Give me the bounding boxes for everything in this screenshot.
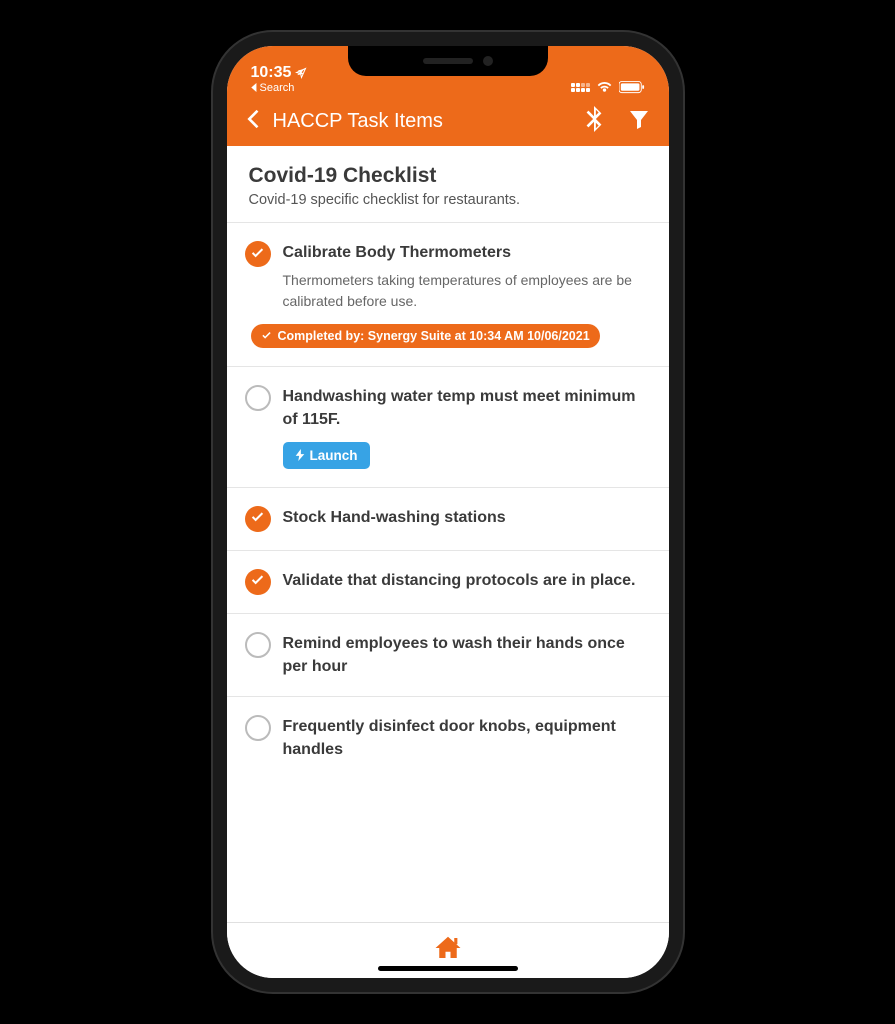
- task-row[interactable]: Validate that distancing protocols are i…: [227, 551, 669, 614]
- checkmark-icon[interactable]: [245, 241, 271, 267]
- task-title: Validate that distancing protocols are i…: [283, 569, 647, 592]
- bluetooth-icon[interactable]: [585, 106, 603, 137]
- phone-frame: 10:35 Search: [213, 32, 683, 992]
- task-description: Thermometers taking temperatures of empl…: [283, 270, 647, 312]
- content-scroll[interactable]: Covid-19 Checklist Covid-19 specific che…: [227, 146, 669, 922]
- checkbox-empty-icon[interactable]: [245, 385, 271, 411]
- page-title: Covid-19 Checklist: [249, 164, 647, 188]
- task-row[interactable]: Remind employees to wash their hands onc…: [227, 614, 669, 697]
- task-row[interactable]: Stock Hand-washing stations: [227, 488, 669, 551]
- battery-icon: [619, 81, 645, 94]
- checkmark-icon[interactable]: [245, 506, 271, 532]
- checkbox-empty-icon[interactable]: [245, 715, 271, 741]
- home-indicator[interactable]: [378, 966, 518, 971]
- back-button[interactable]: [245, 108, 259, 135]
- page-subtitle: Covid-19 specific checklist for restaura…: [249, 192, 647, 208]
- home-icon[interactable]: [433, 933, 463, 968]
- task-title: Frequently disinfect door knobs, equipme…: [283, 715, 647, 761]
- status-back-link[interactable]: Search: [251, 82, 308, 94]
- completed-badge: Completed by: Synergy Suite at 10:34 AM …: [251, 324, 600, 348]
- wifi-icon: [596, 81, 613, 94]
- screen: 10:35 Search: [227, 46, 669, 978]
- task-row[interactable]: Frequently disinfect door knobs, equipme…: [227, 697, 669, 779]
- filter-icon[interactable]: [627, 107, 651, 136]
- bottom-bar: [227, 922, 669, 978]
- checkbox-empty-icon[interactable]: [245, 632, 271, 658]
- notch: [348, 46, 548, 76]
- signal-icon: [571, 83, 590, 92]
- task-title: Handwashing water temp must meet minimum…: [283, 385, 647, 431]
- location-icon: [295, 67, 307, 79]
- completed-text: Completed by: Synergy Suite at 10:34 AM …: [278, 329, 590, 343]
- status-back-label: Search: [260, 82, 295, 94]
- page-header: Covid-19 Checklist Covid-19 specific che…: [227, 146, 669, 223]
- task-row[interactable]: Calibrate Body Thermometers Thermometers…: [227, 223, 669, 367]
- launch-label: Launch: [310, 448, 358, 463]
- checkmark-icon[interactable]: [245, 569, 271, 595]
- nav-bar: HACCP Task Items: [227, 96, 669, 146]
- task-title: Stock Hand-washing stations: [283, 506, 647, 529]
- launch-button[interactable]: Launch: [283, 442, 370, 469]
- task-title: Remind employees to wash their hands onc…: [283, 632, 647, 678]
- status-time: 10:35: [251, 64, 292, 82]
- nav-title: HACCP Task Items: [273, 110, 571, 133]
- task-row[interactable]: Handwashing water temp must meet minimum…: [227, 367, 669, 487]
- task-title: Calibrate Body Thermometers: [283, 241, 647, 264]
